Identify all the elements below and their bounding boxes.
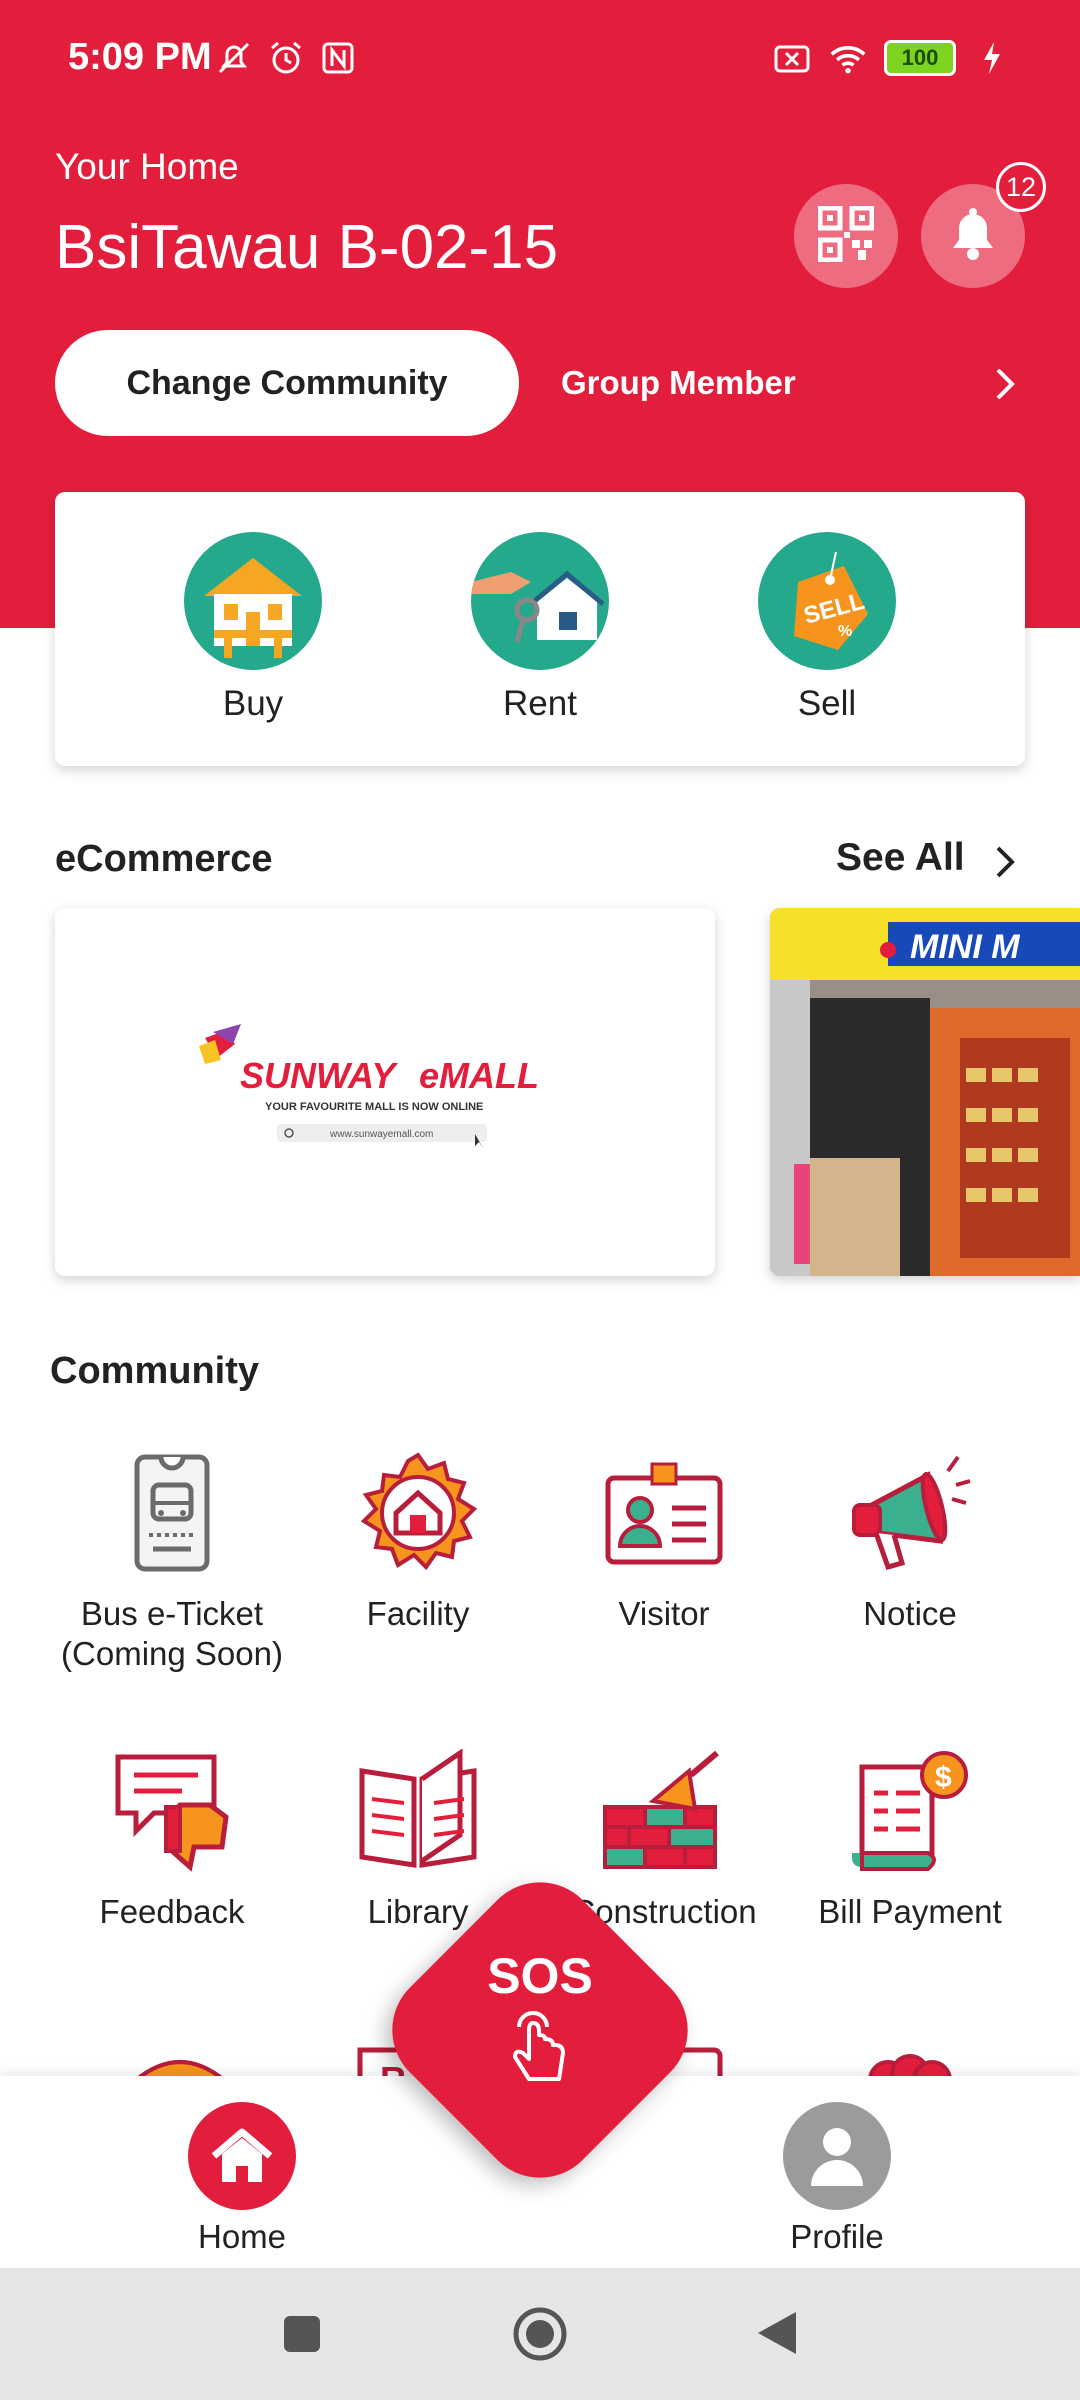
status-time: 5:09 PM — [68, 36, 212, 78]
notice-button[interactable]: Notice — [787, 1448, 1033, 1634]
chevron-right-icon[interactable] — [990, 362, 1020, 411]
nav-profile-label: Profile — [790, 2218, 884, 2255]
emall-brand-text: eMALL — [419, 1055, 539, 1096]
book-icon — [348, 1746, 488, 1876]
charging-icon — [972, 38, 1012, 78]
coming-soon-label: (Coming Soon) — [61, 1634, 283, 1672]
change-community-button[interactable]: Change Community — [55, 330, 519, 436]
chevron-right-icon[interactable] — [990, 840, 1020, 889]
buy-button[interactable]: Buy — [173, 532, 333, 724]
community-title: Community — [50, 1350, 259, 1392]
mute-bell-icon — [214, 38, 254, 78]
emall-tagline: YOUR FAVOURITE MALL IS NOW ONLINE — [265, 1101, 483, 1113]
bell-icon — [945, 204, 1001, 269]
megaphone-icon — [840, 1448, 980, 1578]
brick-trowel-icon — [594, 1746, 734, 1876]
sos-button-content[interactable]: SOS — [418, 1908, 662, 2152]
status-bar: 5:09 PM 100 — [0, 0, 1080, 120]
system-navigation-bar — [0, 2268, 1080, 2400]
nfc-icon — [318, 38, 358, 78]
sunway-emall-banner[interactable]: SUNWAY eMALL YOUR FAVOURITE MALL IS NOW … — [55, 908, 715, 1276]
rent-label: Rent — [503, 684, 577, 723]
property-actions-card: Buy Rent SELL % Sell — [55, 492, 1025, 766]
minimart-banner[interactable]: MINI M — [770, 908, 1080, 1276]
minimart-storefront-image: MINI M — [770, 908, 1080, 1276]
qr-code-button[interactable] — [794, 184, 898, 288]
visitor-label: Visitor — [618, 1595, 710, 1632]
bill-dollar-icon: $ — [840, 1746, 980, 1876]
nav-home[interactable]: Home — [162, 2102, 322, 2256]
sell-button[interactable]: SELL % Sell — [747, 532, 907, 724]
group-member-link[interactable]: Group Member — [561, 364, 796, 402]
tap-hand-icon — [505, 2005, 575, 2094]
bus-ticket-icon — [102, 1448, 242, 1578]
home-icon — [188, 2102, 296, 2210]
home-system-icon[interactable] — [512, 2306, 568, 2367]
sale-tag-icon: SELL % — [758, 532, 896, 670]
facility-label: Facility — [366, 1595, 470, 1632]
sunway-emall-logo: SUNWAY eMALL YOUR FAVOURITE MALL IS NOW … — [199, 1024, 539, 1148]
key-house-icon — [471, 532, 609, 670]
facility-gear-icon — [348, 1448, 488, 1578]
emall-url: www.sunwayemall.com — [329, 1129, 433, 1140]
nav-home-label: Home — [197, 2218, 287, 2255]
rent-button[interactable]: Rent — [460, 532, 620, 724]
sos-label: SOS — [487, 1947, 593, 2004]
feedback-thumbs-down-icon — [102, 1746, 242, 1876]
back-icon[interactable] — [756, 2310, 798, 2361]
svg-text:%: % — [838, 623, 852, 640]
house-icon — [184, 532, 322, 670]
notice-label: Notice — [863, 1595, 957, 1632]
wifi-icon — [828, 38, 868, 78]
partial-row-icon — [850, 2040, 970, 2080]
your-home-label: Your Home — [55, 146, 239, 187]
see-all-link[interactable]: See All — [836, 836, 965, 880]
visitor-button[interactable]: Visitor — [541, 1448, 787, 1634]
notification-count-badge: 12 — [996, 162, 1046, 212]
partial-row-icon — [120, 2040, 240, 2080]
sim-off-icon — [772, 38, 812, 78]
battery-indicator: 100 — [884, 40, 956, 76]
bill-payment-label: Bill Payment — [818, 1893, 1002, 1930]
unit-name: BsiTawau B-02-15 — [55, 213, 559, 282]
buy-label: Buy — [222, 684, 284, 723]
ecommerce-title: eCommerce — [55, 838, 273, 880]
facility-button[interactable]: Facility — [295, 1448, 541, 1634]
nav-profile[interactable]: Profile — [757, 2102, 917, 2256]
svg-text:$: $ — [935, 1761, 952, 1794]
qr-code-icon — [817, 205, 875, 267]
sunway-brand-text: SUNWAY — [240, 1055, 398, 1096]
bill-payment-button[interactable]: $ Bill Payment — [787, 1746, 1033, 1932]
bus-eticket-label: Bus e-Ticket — [80, 1595, 264, 1632]
alarm-icon — [266, 38, 306, 78]
recent-apps-icon[interactable] — [282, 2314, 322, 2359]
bus-eticket-button[interactable]: Bus e-Ticket (Coming Soon) — [49, 1448, 295, 1673]
feedback-button[interactable]: Feedback — [49, 1746, 295, 1932]
visitor-id-card-icon — [594, 1448, 734, 1578]
feedback-label: Feedback — [99, 1893, 245, 1930]
sell-label: Sell — [797, 684, 857, 723]
profile-icon — [783, 2102, 891, 2210]
minimart-sign-text: MINI M — [910, 928, 1020, 966]
